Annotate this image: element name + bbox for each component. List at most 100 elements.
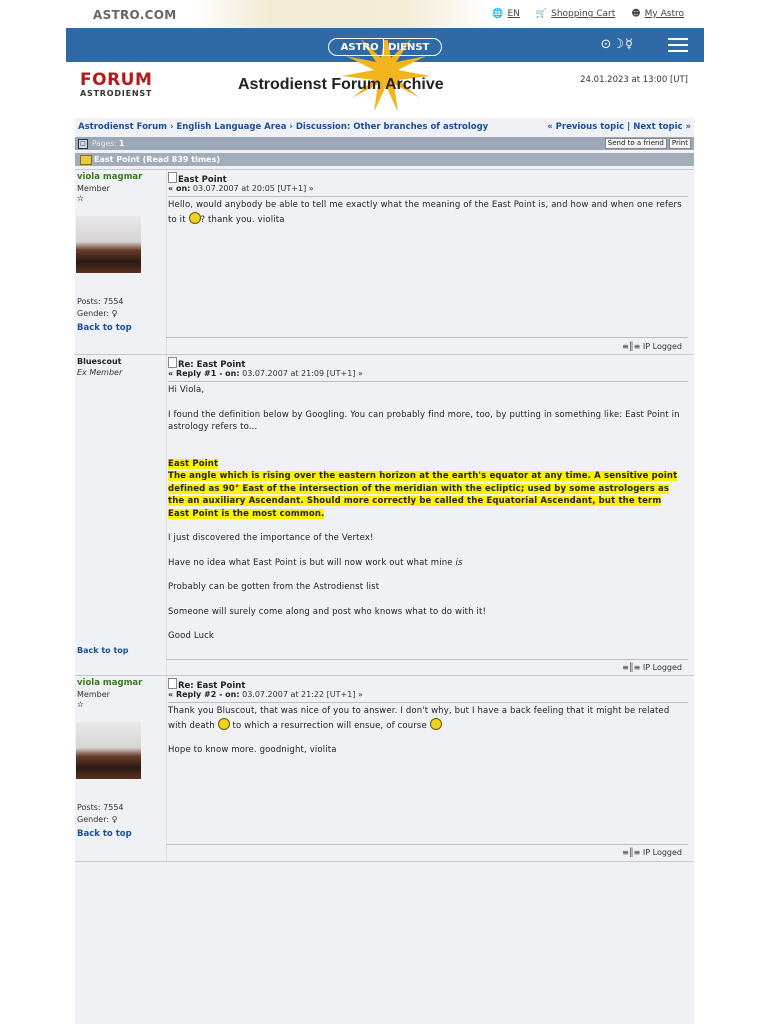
post-author: viola magmar Member ✫ <box>77 172 163 203</box>
my-astro-label: My Astro <box>644 9 684 19</box>
post-3: viola magmar Member ✫ Posts: 7554 Gender… <box>75 675 694 862</box>
author-name[interactable]: viola magmar <box>77 678 163 688</box>
forum-logo-main: FORUM <box>80 70 153 90</box>
previous-topic-link[interactable]: « Previous topic <box>547 122 624 132</box>
ip-logged: ≡║≡ IP Logged <box>622 342 682 351</box>
post-meta-prefix: « on: <box>168 184 191 193</box>
post-author: viola magmar Member ✫ <box>77 678 163 709</box>
post-paragraph: Good Luck <box>168 631 215 641</box>
ip-icon: ≡║≡ <box>622 342 641 351</box>
author-stats: Posts: 7554 Gender: ♀ <box>77 802 124 826</box>
author-stats: Posts: 7554 Gender: ♀ <box>77 296 124 320</box>
avatar <box>76 216 141 273</box>
back-to-top-link[interactable]: Back to top <box>77 323 132 333</box>
wink-icon <box>429 717 442 730</box>
post-paragraph: Have no idea what East Point is but will… <box>168 557 682 570</box>
main-banner: ASTRO DIENST ⊙☽☿ <box>66 28 704 110</box>
ip-logged: ≡║≡ IP Logged <box>622 848 682 857</box>
shopping-cart-label: Shopping Cart <box>551 9 616 19</box>
post-paragraph: I just discovered the importance of the … <box>168 533 374 543</box>
shopping-cart-link[interactable]: 🛒 Shopping Cart <box>536 9 615 19</box>
pages-indicator: Pages: 1 <box>92 139 124 148</box>
post-text-end: ? thank you. violita <box>200 214 285 225</box>
pages-value[interactable]: 1 <box>119 139 124 148</box>
post-body: Hello, would anybody be able to tell me … <box>168 199 682 226</box>
gender: Gender: ♀ <box>77 815 118 824</box>
divider <box>166 337 688 338</box>
post-content: Re: East Point « Reply #2 - on: 03.07.20… <box>166 676 688 861</box>
post-content: East Point « on: 03.07.2007 at 20:05 [UT… <box>166 170 688 354</box>
definition-title: East Point <box>168 458 219 469</box>
post-paragraph: Probably can be gotten from the Astrodie… <box>168 582 380 592</box>
post-text: Have no idea what East Point is but will… <box>168 557 453 568</box>
post-text-italic: is <box>455 557 463 568</box>
post-count: Posts: 7554 <box>77 803 124 812</box>
planet-symbols[interactable]: ⊙☽☿ <box>600 37 634 52</box>
page-icon: □ <box>78 139 88 149</box>
post-date: 03.07.2007 at 21:22 [UT+1] » <box>242 690 363 699</box>
topic-title: East Point (Read 839 times) <box>94 155 221 164</box>
definition-body: The angle which is rising over the easte… <box>168 471 678 519</box>
post-meta: « Reply #1 - on: 03.07.2007 at 21:09 [UT… <box>168 369 363 378</box>
next-topic-link[interactable]: Next topic » <box>633 122 691 132</box>
current-date: 24.01.2023 at 13:00 [UT] <box>580 75 688 85</box>
ip-logged-label: IP Logged <box>642 848 682 857</box>
post-1: viola magmar Member ✫ Posts: 7554 Gender… <box>75 169 694 354</box>
post-meta-prefix: « Reply #2 - on: <box>168 690 240 699</box>
send-to-friend-button[interactable]: Send to a friend <box>604 138 667 149</box>
breadcrumb[interactable]: Astrodienst Forum › English Language Are… <box>78 122 488 132</box>
my-astro-link[interactable]: ☻ My Astro <box>631 9 684 19</box>
post-date: 03.07.2007 at 20:05 [UT+1] » <box>192 184 314 193</box>
user-icon: ☻ <box>631 9 641 19</box>
forum-logo-sub: ASTRODIENST <box>80 89 153 98</box>
post-meta-prefix: « Reply #1 - on: <box>168 369 240 378</box>
print-button[interactable]: Print <box>668 138 691 149</box>
avatar <box>76 722 141 779</box>
page-title: Astrodienst Forum Archive <box>238 76 444 93</box>
post-body: Hi Viola, I found the definition below b… <box>168 384 682 655</box>
brand-left: ASTRO <box>340 41 379 53</box>
post-2: Bluescout Ex Member Back to top Re: East… <box>75 354 694 675</box>
divider <box>166 659 688 660</box>
post-author: Bluescout Ex Member <box>77 357 163 377</box>
forum-logo[interactable]: FORUM ASTRODIENST <box>80 70 153 99</box>
hamburger-menu-icon[interactable] <box>668 38 688 56</box>
back-to-top-link[interactable]: Back to top <box>77 829 132 839</box>
pages-bar: □ Pages: 1 Send to a friend Print <box>75 137 694 150</box>
cart-icon: 🛒 <box>535 9 548 19</box>
top-bar: ASTRO.COM 🌐 EN 🛒 Shopping Cart ☻ My Astr… <box>66 0 704 28</box>
author-name[interactable]: viola magmar <box>77 172 163 182</box>
divider <box>168 702 688 703</box>
post-body: Thank you Bluscout, that was nice of you… <box>168 705 682 769</box>
brand-right: DIENST <box>388 41 430 53</box>
author-name[interactable]: Bluescout <box>77 357 163 366</box>
folder-icon <box>80 155 92 165</box>
site-logo[interactable]: ASTRO.COM <box>93 8 177 22</box>
astrodienst-brand-logo[interactable]: ASTRO DIENST <box>328 38 442 56</box>
post-paragraph: Hope to know more. goodnight, violita <box>168 745 337 755</box>
nav-separator: | <box>627 122 631 132</box>
topic-title-bar: East Point (Read 839 times) <box>75 153 694 166</box>
topic-actions: Send to a friend Print <box>604 138 691 149</box>
ip-icon: ≡║≡ <box>622 663 641 672</box>
language-link[interactable]: 🌐 EN <box>492 9 520 19</box>
post-date: 03.07.2007 at 21:09 [UT+1] » <box>242 369 363 378</box>
post-meta: « Reply #2 - on: 03.07.2007 at 21:22 [UT… <box>168 690 363 699</box>
topic-navigation: « Previous topic | Next topic » <box>547 122 691 132</box>
post-paragraph: I found the definition below by Googling… <box>168 409 680 433</box>
ip-logged-label: IP Logged <box>642 342 682 351</box>
post-paragraph: Thank you Bluscout, that was nice of you… <box>168 705 682 732</box>
highlighted-definition: East Point The angle which is rising over… <box>168 458 682 521</box>
back-to-top-link[interactable]: Back to top <box>77 646 129 655</box>
rank-star-icon: ✫ <box>77 194 84 203</box>
divider <box>168 196 688 197</box>
author-role: Member <box>77 690 110 699</box>
forum-thread: Astrodienst Forum › English Language Are… <box>75 118 694 1024</box>
divider <box>168 381 688 382</box>
post-content: Re: East Point « Reply #1 - on: 03.07.20… <box>166 355 688 675</box>
globe-icon: 🌐 <box>492 9 504 19</box>
ip-logged: ≡║≡ IP Logged <box>622 663 682 672</box>
post-count: Posts: 7554 <box>77 297 124 306</box>
ip-icon: ≡║≡ <box>622 848 641 857</box>
gender: Gender: ♀ <box>77 309 118 318</box>
